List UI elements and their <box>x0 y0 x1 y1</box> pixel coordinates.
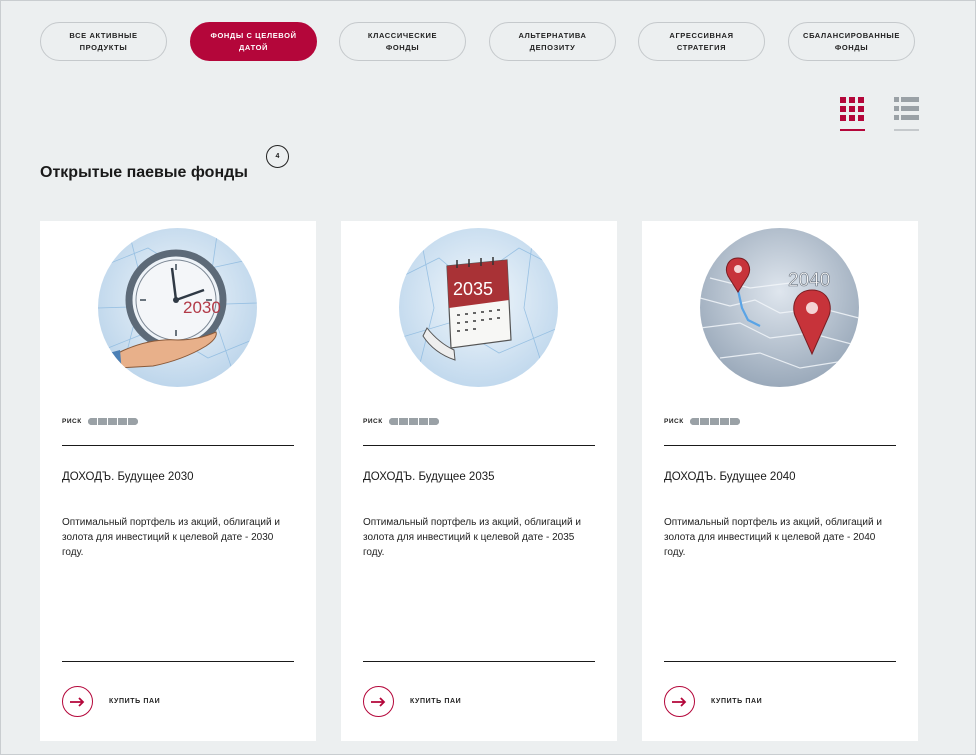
fund-count-badge: 4 <box>266 145 289 168</box>
buy-shares-label: КУПИТЬ ПАИ <box>109 698 161 705</box>
calendar-year-label: 2035 <box>453 279 493 299</box>
fund-description: Оптимальный портфель из акций, облигаций… <box>664 517 882 558</box>
risk-indicator: РИСК <box>363 418 439 425</box>
arrow-right-icon <box>62 686 93 717</box>
fund-name: ДОХОДЪ. Будущее 2035 <box>363 471 495 483</box>
fund-card[interactable]: 2035 РИСК ДОХОДЪ. Будущее 2035 Оптимальн… <box>341 221 617 741</box>
tab-aggressive-strategy[interactable]: АГРЕССИВНАЯ СТРАТЕГИЯ <box>638 22 765 61</box>
risk-label: РИСК <box>62 418 82 425</box>
risk-label: РИСК <box>363 418 383 425</box>
tab-target-date-funds[interactable]: ФОНДЫ С ЦЕЛЕВОЙ ДАТОЙ <box>190 22 317 61</box>
fund-image-calendar: 2035 <box>399 228 558 387</box>
tab-all-active-products[interactable]: ВСЕ АКТИВНЫЕ ПРОДУКТЫ <box>40 22 167 61</box>
list-view-underline <box>894 129 919 131</box>
risk-bar <box>87 418 138 425</box>
risk-bar <box>388 418 439 425</box>
grid-view-active-underline <box>840 129 865 131</box>
buy-shares-button[interactable]: КУПИТЬ ПАИ <box>62 686 160 717</box>
list-icon <box>894 97 919 120</box>
buy-shares-label: КУПИТЬ ПАИ <box>711 698 763 705</box>
fund-card[interactable]: 2040 РИСК ДОХОДЪ. Будущее 2040 Оптимальн… <box>642 221 918 741</box>
fund-description: Оптимальный портфель из акций, облигаций… <box>363 517 581 558</box>
view-toggle <box>840 97 920 133</box>
divider <box>363 445 595 446</box>
tab-classic-funds[interactable]: КЛАССИЧЕСКИЕ ФОНДЫ <box>339 22 466 61</box>
fund-description: Оптимальный портфель из акций, облигаций… <box>62 517 280 558</box>
fund-name: ДОХОДЪ. Будущее 2030 <box>62 471 194 483</box>
buy-shares-button[interactable]: КУПИТЬ ПАИ <box>664 686 762 717</box>
buy-shares-button[interactable]: КУПИТЬ ПАИ <box>363 686 461 717</box>
divider <box>664 445 896 446</box>
fund-image-map-pins: 2040 <box>700 228 859 387</box>
divider <box>363 661 595 662</box>
grid-view-button[interactable] <box>840 97 865 131</box>
tab-deposit-alternative[interactable]: АЛЬТЕРНАТИВА ДЕПОЗИТУ <box>489 22 616 61</box>
divider <box>62 661 294 662</box>
buy-shares-label: КУПИТЬ ПАИ <box>410 698 462 705</box>
fund-name: ДОХОДЪ. Будущее 2040 <box>664 471 796 483</box>
risk-indicator: РИСК <box>664 418 740 425</box>
list-view-button[interactable] <box>894 97 919 131</box>
fund-card[interactable]: 2030 РИСК ДОХОДЪ. Будущее 2030 Оптимальн… <box>40 221 316 741</box>
risk-indicator: РИСК <box>62 418 138 425</box>
arrow-right-icon <box>363 686 394 717</box>
map-year-label: 2040 <box>788 270 830 291</box>
risk-bar <box>689 418 740 425</box>
grid-icon <box>840 97 864 121</box>
clock-year-label: 2030 <box>183 298 221 317</box>
tab-balanced-funds[interactable]: СБАЛАНСИРОВАННЫЕ ФОНДЫ <box>788 22 915 61</box>
fund-image-clock: 2030 <box>98 228 257 387</box>
risk-label: РИСК <box>664 418 684 425</box>
filter-tabs: ВСЕ АКТИВНЫЕ ПРОДУКТЫ ФОНДЫ С ЦЕЛЕВОЙ ДА… <box>40 22 920 62</box>
arrow-right-icon <box>664 686 695 717</box>
divider <box>664 661 896 662</box>
divider <box>62 445 294 446</box>
section-title: Открытые паевые фонды <box>40 164 248 181</box>
